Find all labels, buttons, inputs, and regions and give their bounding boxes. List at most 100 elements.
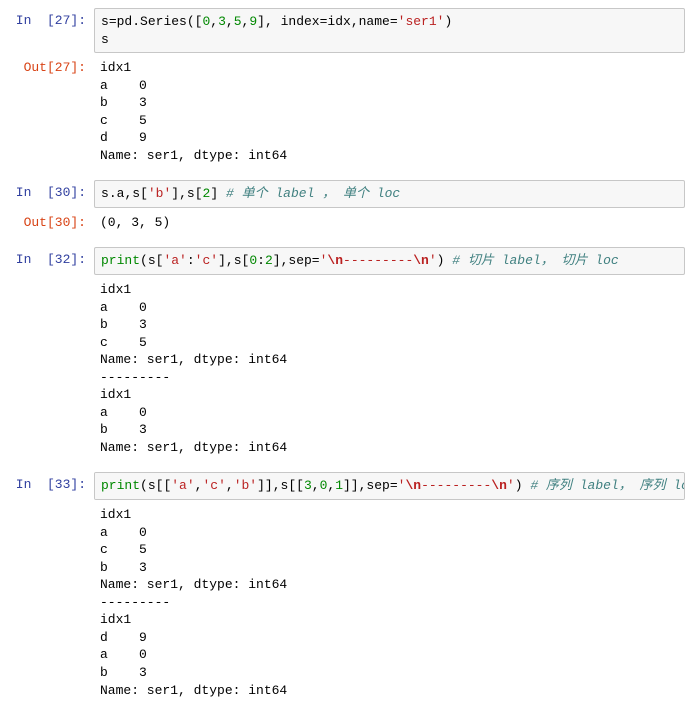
code-token: ( bbox=[140, 253, 148, 268]
cell-body: idx1 a 0 b 3 c 5 Name: ser1, dtype: int6… bbox=[94, 277, 685, 460]
spacer bbox=[4, 237, 685, 247]
code-token: idx bbox=[327, 14, 350, 29]
code-token: , index bbox=[265, 14, 320, 29]
code-cell: In [30]:s.a,s['b'],s[2] # 单个 label ， 单个 … bbox=[4, 180, 685, 208]
code-token: : bbox=[257, 253, 265, 268]
output-cell: Out[30]:(0, 3, 5) bbox=[4, 210, 685, 236]
code-token: , bbox=[351, 14, 359, 29]
code-token: 3 bbox=[218, 14, 226, 29]
code-token: ) bbox=[444, 14, 452, 29]
input-prompt: In [30]: bbox=[4, 180, 94, 206]
output-prompt bbox=[4, 502, 94, 510]
output-prompt: Out[27]: bbox=[4, 55, 94, 81]
code-token: --------- bbox=[343, 253, 413, 268]
code-token: ) bbox=[515, 478, 523, 493]
code-token: ] bbox=[210, 186, 218, 201]
output-cell: idx1 a 0 c 5 b 3 Name: ser1, dtype: int6… bbox=[4, 502, 685, 703]
code-token: = bbox=[390, 478, 398, 493]
code-cell: In [32]:print(s['a':'c'],s[0:2],sep='\n-… bbox=[4, 247, 685, 275]
code-input-area[interactable]: print(s[['a','c','b']],s[[3,0,1]],sep='\… bbox=[94, 472, 685, 500]
code-token: s bbox=[101, 186, 109, 201]
code-token: ] bbox=[273, 253, 281, 268]
code-token: print bbox=[101, 253, 140, 268]
code-token: sep bbox=[288, 253, 311, 268]
code-token: s bbox=[234, 253, 242, 268]
code-token: [[ bbox=[288, 478, 304, 493]
code-input-area[interactable]: print(s['a':'c'],s[0:2],sep='\n---------… bbox=[94, 247, 685, 275]
code-token: 'b' bbox=[234, 478, 257, 493]
notebook-root: In [27]:s=pd.Series([0,3,5,9], index=idx… bbox=[4, 8, 685, 715]
code-token: 1 bbox=[335, 478, 343, 493]
code-token: [[ bbox=[156, 478, 172, 493]
code-token: ' bbox=[429, 253, 437, 268]
code-token: 'b' bbox=[148, 186, 171, 201]
code-token: , bbox=[312, 478, 320, 493]
code-token: s bbox=[148, 253, 156, 268]
code-token: Series bbox=[140, 14, 187, 29]
code-token: # 切片 label， 切片 loc bbox=[452, 253, 618, 268]
code-token: # 单个 label ， 单个 loc bbox=[226, 186, 400, 201]
code-cell: In [33]:print(s[['a','c','b']],s[[3,0,1]… bbox=[4, 472, 685, 500]
code-token: , bbox=[226, 478, 234, 493]
code-token: = bbox=[390, 14, 398, 29]
code-cell: In [27]:s=pd.Series([0,3,5,9], index=idx… bbox=[4, 8, 685, 53]
code-token: 'a' bbox=[171, 478, 194, 493]
cell-body: idx1 a 0 c 5 b 3 Name: ser1, dtype: int6… bbox=[94, 502, 685, 703]
code-token: 2 bbox=[265, 253, 273, 268]
code-token: [ bbox=[140, 186, 148, 201]
code-token: \n bbox=[413, 253, 429, 268]
spacer bbox=[4, 170, 685, 180]
code-token: s bbox=[132, 186, 140, 201]
code-token: ]] bbox=[343, 478, 359, 493]
spacer bbox=[4, 705, 685, 715]
output-cell: idx1 a 0 b 3 c 5 Name: ser1, dtype: int6… bbox=[4, 277, 685, 460]
code-token: 0 bbox=[249, 253, 257, 268]
code-token: 5 bbox=[234, 14, 242, 29]
code-token: ]] bbox=[257, 478, 273, 493]
code-token: : bbox=[187, 253, 195, 268]
cell-body: print(s[['a','c','b']],s[[3,0,1]],sep='\… bbox=[94, 472, 685, 500]
input-prompt: In [32]: bbox=[4, 247, 94, 273]
code-token: s bbox=[148, 478, 156, 493]
input-prompt: In [27]: bbox=[4, 8, 94, 34]
code-token: \n bbox=[405, 478, 421, 493]
code-token: [ bbox=[195, 186, 203, 201]
code-token: s bbox=[101, 14, 109, 29]
output-text: idx1 a 0 b 3 c 5 d 9 Name: ser1, dtype: … bbox=[94, 55, 685, 168]
output-prompt bbox=[4, 277, 94, 285]
cell-body: (0, 3, 5) bbox=[94, 210, 685, 236]
code-token: # 序列 label， 序列 loc bbox=[530, 478, 685, 493]
code-token: 'c' bbox=[202, 478, 225, 493]
code-input-area[interactable]: s.a,s['b'],s[2] # 单个 label ， 单个 loc bbox=[94, 180, 685, 208]
code-token: , bbox=[226, 14, 234, 29]
code-token: sep bbox=[366, 478, 389, 493]
code-token: --------- bbox=[421, 478, 491, 493]
code-token: \n bbox=[327, 253, 343, 268]
code-token: \n bbox=[491, 478, 507, 493]
output-text: idx1 a 0 b 3 c 5 Name: ser1, dtype: int6… bbox=[94, 277, 685, 460]
code-input-area[interactable]: s=pd.Series([0,3,5,9], index=idx,name='s… bbox=[94, 8, 685, 53]
code-token: s bbox=[187, 186, 195, 201]
code-token: 'a' bbox=[163, 253, 186, 268]
code-token: pd bbox=[117, 14, 133, 29]
code-token bbox=[218, 186, 226, 201]
code-token: . bbox=[132, 14, 140, 29]
cell-body: print(s['a':'c'],s[0:2],sep='\n---------… bbox=[94, 247, 685, 275]
output-cell: Out[27]:idx1 a 0 b 3 c 5 d 9 Name: ser1,… bbox=[4, 55, 685, 168]
code-token: print bbox=[101, 478, 140, 493]
code-token: 9 bbox=[249, 14, 257, 29]
code-token: 3 bbox=[304, 478, 312, 493]
code-token: name bbox=[359, 14, 390, 29]
code-token: = bbox=[109, 14, 117, 29]
cell-body: idx1 a 0 b 3 c 5 d 9 Name: ser1, dtype: … bbox=[94, 55, 685, 168]
code-token: , bbox=[210, 14, 218, 29]
code-token: = bbox=[312, 253, 320, 268]
output-prompt: Out[30]: bbox=[4, 210, 94, 236]
code-token: ( bbox=[140, 478, 148, 493]
code-token: 'c' bbox=[195, 253, 218, 268]
cell-body: s=pd.Series([0,3,5,9], index=idx,name='s… bbox=[94, 8, 685, 53]
code-token: ] bbox=[218, 253, 226, 268]
output-text: idx1 a 0 c 5 b 3 Name: ser1, dtype: int6… bbox=[94, 502, 685, 703]
spacer bbox=[4, 462, 685, 472]
code-token: ( bbox=[187, 14, 195, 29]
